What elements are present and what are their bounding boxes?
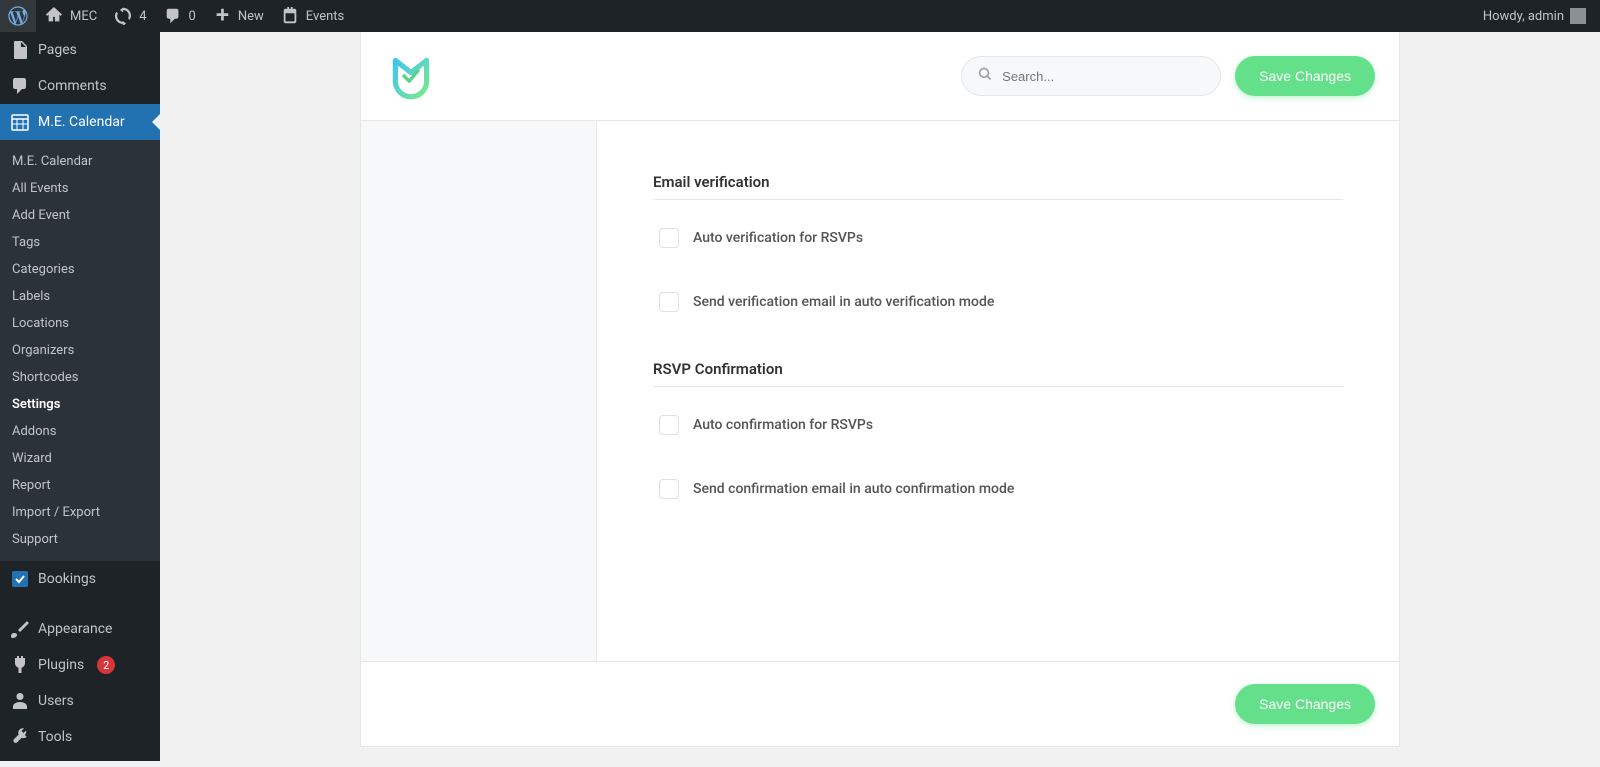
admin-topbar: MEC 4 0 New Events How — [0, 0, 1600, 32]
search-box[interactable] — [961, 56, 1221, 96]
sidebar-item-pages[interactable]: Pages — [0, 32, 160, 68]
wordpress-logo[interactable] — [0, 0, 36, 32]
home-icon — [44, 6, 64, 26]
submenu-all-events[interactable]: All Events — [0, 175, 160, 202]
comments-count: 0 — [189, 9, 196, 24]
panel-sidebar — [361, 121, 597, 661]
plugin-icon — [10, 655, 30, 675]
submenu-support[interactable]: Support — [0, 526, 160, 553]
wrench-icon — [10, 727, 30, 747]
sidebar-submenu: M.E. Calendar All Events Add Event Tags … — [0, 140, 160, 561]
sidebar-item-comments[interactable]: Comments — [0, 68, 160, 104]
events-link[interactable]: Events — [272, 0, 352, 32]
wordpress-icon — [8, 6, 28, 26]
comment-icon — [163, 6, 183, 26]
sidebar-label: Users — [38, 693, 74, 709]
check-square-icon — [10, 569, 30, 589]
sidebar-item-tools[interactable]: Tools — [0, 719, 160, 755]
sidebar-label: Bookings — [38, 571, 96, 587]
sidebar-item-users[interactable]: Users — [0, 683, 160, 719]
panel-main: Email verification Auto verification for… — [597, 121, 1399, 661]
events-label: Events — [306, 9, 344, 24]
submenu-add-event[interactable]: Add Event — [0, 202, 160, 229]
howdy-text: Howdy, admin — [1483, 9, 1564, 24]
new-link[interactable]: New — [204, 0, 272, 32]
option-auto-verification: Auto verification for RSVPs — [653, 228, 1343, 248]
submenu-locations[interactable]: Locations — [0, 310, 160, 337]
main-content: Save Changes Email verification Auto ver… — [160, 32, 1600, 767]
sidebar-item-bookings[interactable]: Bookings — [0, 561, 160, 597]
panel-footer: Save Changes — [361, 661, 1399, 746]
sidebar-label: Tools — [38, 729, 72, 745]
sidebar-item-appearance[interactable]: Appearance — [0, 611, 160, 647]
search-icon — [978, 67, 992, 85]
new-label: New — [238, 9, 264, 24]
submenu-organizers[interactable]: Organizers — [0, 337, 160, 364]
update-icon — [113, 6, 133, 26]
submenu-me-calendar[interactable]: M.E. Calendar — [0, 148, 160, 175]
calendar-icon — [280, 6, 300, 26]
panel-body: Email verification Auto verification for… — [361, 121, 1399, 661]
checkbox-label: Auto confirmation for RSVPs — [693, 417, 873, 433]
option-auto-confirmation: Auto confirmation for RSVPs — [653, 415, 1343, 435]
checkbox-auto-confirmation[interactable] — [659, 415, 679, 435]
plugins-count-badge: 2 — [97, 656, 115, 674]
submenu-addons[interactable]: Addons — [0, 418, 160, 445]
checkbox-label: Send verification email in auto verifica… — [693, 294, 994, 310]
checkbox-send-confirmation-email[interactable] — [659, 479, 679, 499]
pages-icon — [10, 40, 30, 60]
submenu-shortcodes[interactable]: Shortcodes — [0, 364, 160, 391]
submenu-tags[interactable]: Tags — [0, 229, 160, 256]
option-send-verification-email: Send verification email in auto verifica… — [653, 292, 1343, 312]
sidebar-label: Comments — [38, 78, 107, 94]
option-send-confirmation-email: Send confirmation email in auto confirma… — [653, 479, 1343, 499]
sidebar-item-plugins[interactable]: Plugins 2 — [0, 647, 160, 683]
checkbox-send-verification-email[interactable] — [659, 292, 679, 312]
account-link[interactable]: Howdy, admin — [1475, 0, 1594, 32]
plus-icon — [212, 6, 232, 26]
panel-header-right: Save Changes — [961, 56, 1375, 96]
sidebar-label: Appearance — [38, 621, 112, 637]
site-link[interactable]: MEC — [36, 0, 105, 32]
updates-link[interactable]: 4 — [105, 0, 154, 32]
topbar-right: Howdy, admin — [1475, 0, 1600, 32]
settings-panel: Save Changes Email verification Auto ver… — [360, 32, 1400, 747]
admin-sidebar: Pages Comments M.E. Calendar M.E. Calend… — [0, 32, 160, 761]
submenu-report[interactable]: Report — [0, 472, 160, 499]
calendar-grid-icon — [10, 112, 30, 132]
save-button-bottom[interactable]: Save Changes — [1235, 684, 1375, 724]
panel-header: Save Changes — [361, 32, 1399, 121]
section-email-verification-title: Email verification — [653, 173, 1343, 200]
submenu-wizard[interactable]: Wizard — [0, 445, 160, 472]
sidebar-label: Pages — [38, 42, 77, 58]
updates-count: 4 — [139, 9, 146, 24]
submenu-settings[interactable]: Settings — [0, 391, 160, 418]
section-rsvp-confirmation-title: RSVP Confirmation — [653, 360, 1343, 387]
checkbox-auto-verification[interactable] — [659, 228, 679, 248]
avatar-icon — [1570, 8, 1586, 24]
brush-icon — [10, 619, 30, 639]
search-input[interactable] — [1002, 69, 1204, 84]
comments-icon — [10, 76, 30, 96]
site-name: MEC — [70, 9, 97, 24]
checkbox-label: Auto verification for RSVPs — [693, 230, 863, 246]
mec-logo-icon — [385, 50, 437, 102]
users-icon — [10, 691, 30, 711]
topbar-left: MEC 4 0 New Events — [0, 0, 352, 32]
submenu-categories[interactable]: Categories — [0, 256, 160, 283]
submenu-labels[interactable]: Labels — [0, 283, 160, 310]
sidebar-label: Plugins — [38, 657, 84, 673]
submenu-import-export[interactable]: Import / Export — [0, 499, 160, 526]
checkbox-label: Send confirmation email in auto confirma… — [693, 481, 1014, 497]
save-button-top[interactable]: Save Changes — [1235, 56, 1375, 96]
comments-link[interactable]: 0 — [155, 0, 204, 32]
sidebar-item-me-calendar[interactable]: M.E. Calendar — [0, 104, 160, 140]
sidebar-label: M.E. Calendar — [38, 114, 125, 130]
